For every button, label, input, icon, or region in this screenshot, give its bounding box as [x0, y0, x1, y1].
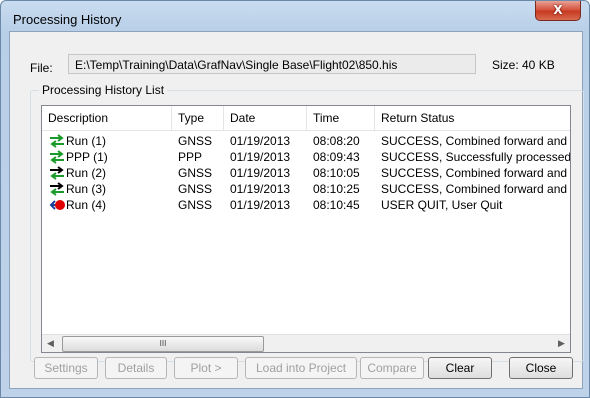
horizontal-scrollbar[interactable]: ◀ III ▶	[42, 334, 570, 352]
row-description: Run (1)	[66, 134, 107, 148]
row-time: 08:10:05	[313, 166, 360, 180]
table-row[interactable]: PPP (1) PPP 01/19/2013 08:09:43 SUCCESS,…	[42, 149, 570, 165]
row-status: SUCCESS, Successfully processed	[381, 150, 570, 164]
row-time: 08:09:43	[313, 150, 360, 164]
clear-button[interactable]: Clear	[428, 357, 492, 379]
row-type: PPP	[178, 150, 203, 164]
green-arrows-icon	[50, 134, 64, 148]
row-date: 01/19/2013	[230, 166, 291, 180]
black-green-arrows-icon	[50, 166, 64, 180]
table-row[interactable]: Run (4) GNSS 01/19/2013 08:10:45 USER QU…	[42, 197, 570, 213]
processing-history-group: Processing History List Description Type…	[30, 83, 584, 362]
load-into-project-button[interactable]: Load into Project	[245, 357, 357, 379]
row-description: Run (2)	[66, 166, 107, 180]
scroll-thumb[interactable]: III	[62, 336, 264, 352]
green-arrows-icon	[50, 150, 64, 164]
close-button[interactable]: Close	[509, 357, 573, 379]
scroll-right-icon[interactable]: ▶	[553, 335, 570, 352]
window-title: Processing History	[13, 12, 122, 27]
quit-arrow-red-dot-icon	[49, 200, 65, 210]
row-type: GNSS	[178, 198, 213, 212]
group-label: Processing History List	[39, 83, 168, 97]
column-header-description[interactable]: Description	[42, 106, 172, 130]
row-type: GNSS	[178, 134, 213, 148]
plot-button[interactable]: Plot >	[174, 357, 238, 379]
processing-history-window: Processing History X File: E:\Temp\Train…	[0, 0, 590, 398]
scroll-left-icon[interactable]: ◀	[42, 335, 59, 352]
row-status: SUCCESS, Combined forward and reverse	[381, 166, 570, 180]
table-row[interactable]: Run (1) GNSS 01/19/2013 08:08:20 SUCCESS…	[42, 133, 570, 149]
row-description: PPP (1)	[66, 150, 108, 164]
row-date: 01/19/2013	[230, 150, 291, 164]
row-status: SUCCESS, Combined forward and reverse	[381, 134, 570, 148]
column-header-time[interactable]: Time	[307, 106, 375, 130]
row-description: Run (3)	[66, 182, 107, 196]
column-header-return-status[interactable]: Return Status	[375, 106, 570, 130]
row-time: 08:10:45	[313, 198, 360, 212]
file-label: File:	[30, 61, 53, 75]
close-window-button[interactable]: X	[535, 1, 581, 21]
row-type: GNSS	[178, 182, 213, 196]
settings-button[interactable]: Settings	[34, 357, 98, 379]
details-button[interactable]: Details	[105, 357, 167, 379]
row-status: SUCCESS, Combined forward and reverse	[381, 182, 570, 196]
list-header: Description Type Date Time Return Status	[42, 106, 570, 131]
row-date: 01/19/2013	[230, 134, 291, 148]
row-date: 01/19/2013	[230, 182, 291, 196]
compare-button[interactable]: Compare	[360, 357, 424, 379]
row-time: 08:10:25	[313, 182, 360, 196]
row-description: Run (4)	[66, 198, 107, 212]
black-green-arrows-icon	[50, 182, 64, 196]
file-size: Size: 40 KB	[492, 58, 555, 72]
row-type: GNSS	[178, 166, 213, 180]
processing-history-list[interactable]: Description Type Date Time Return Status…	[41, 105, 571, 353]
row-time: 08:08:20	[313, 134, 360, 148]
row-status: USER QUIT, User Quit	[381, 198, 503, 212]
table-row[interactable]: Run (3) GNSS 01/19/2013 08:10:25 SUCCESS…	[42, 181, 570, 197]
close-icon: X	[553, 3, 563, 17]
title-bar[interactable]: Processing History X	[1, 1, 589, 31]
column-header-date[interactable]: Date	[224, 106, 307, 130]
column-header-type[interactable]: Type	[172, 106, 224, 130]
table-row[interactable]: Run (2) GNSS 01/19/2013 08:10:05 SUCCESS…	[42, 165, 570, 181]
row-date: 01/19/2013	[230, 198, 291, 212]
file-path-field: E:\Temp\Training\Data\GrafNav\Single Bas…	[68, 54, 476, 74]
dialog-client-area: File: E:\Temp\Training\Data\GrafNav\Sing…	[9, 31, 584, 389]
